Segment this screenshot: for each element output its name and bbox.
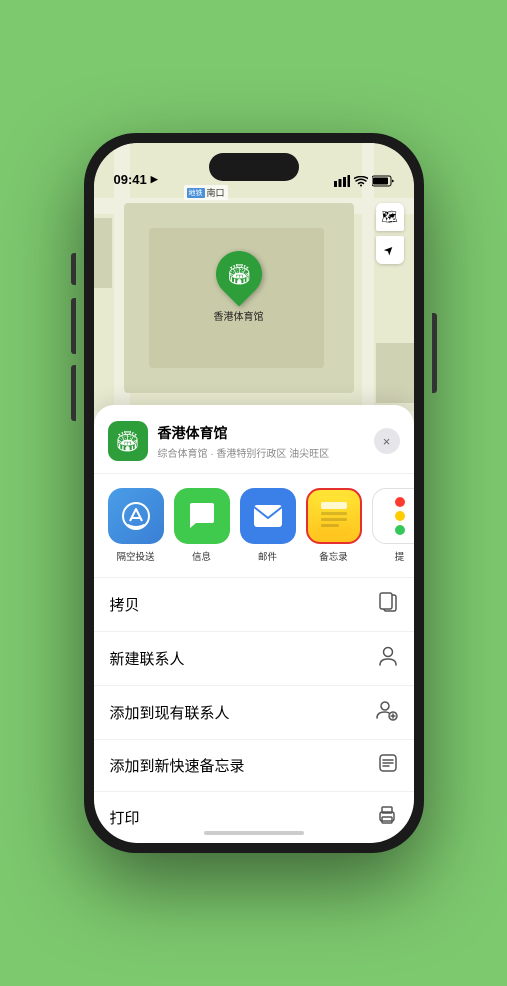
phone-screen: 09:41 ▶ (94, 143, 414, 843)
close-icon: × (383, 434, 391, 449)
action-row-print[interactable]: 打印 (94, 792, 414, 843)
map-venue-label: 香港体育馆 (214, 308, 264, 323)
add-contact-label: 添加到现有联系人 (110, 702, 230, 723)
map-small-block-2 (376, 343, 414, 403)
quick-note-label: 添加到新快速备忘录 (110, 755, 245, 776)
close-button[interactable]: × (374, 428, 400, 454)
venue-subtitle: 综合体育馆 · 香港特别行政区 油尖旺区 (158, 445, 374, 460)
person-icon (378, 645, 398, 672)
location-icon: ▶ (151, 174, 158, 185)
message-icon-wrap (174, 488, 230, 544)
notes-icon (316, 496, 352, 536)
map-icon: 🗺 (381, 209, 398, 225)
person-add-icon (376, 699, 398, 726)
more-label: 提 (395, 549, 405, 563)
mail-label: 邮件 (258, 549, 277, 563)
message-label: 信息 (192, 549, 211, 563)
print-icon (376, 805, 398, 830)
notes-line-2 (321, 518, 347, 521)
side-btn-vol-down (71, 365, 76, 421)
map-controls: 🗺 ➤ (376, 203, 404, 264)
action-row-copy[interactable]: 拷贝 (94, 578, 414, 632)
status-icons (334, 175, 394, 187)
airdrop-label: 隔空投送 (116, 549, 154, 563)
share-row: 隔空投送 信息 (94, 474, 414, 577)
venue-info: 香港体育馆 综合体育馆 · 香港特别行政区 油尖旺区 (158, 423, 374, 460)
location-arrow-icon: ➤ (381, 241, 398, 258)
message-icon (186, 501, 218, 531)
notes-icon-wrap (306, 488, 362, 544)
map-small-block (94, 218, 112, 288)
notes-header-bar (321, 502, 347, 509)
airdrop-icon (121, 501, 151, 531)
share-item-message[interactable]: 信息 (174, 488, 230, 563)
status-time: 09:41 ▶ (114, 172, 158, 187)
copy-icon (378, 591, 398, 618)
action-row-add-contact[interactable]: 添加到现有联系人 (94, 686, 414, 740)
airdrop-icon-wrap (108, 488, 164, 544)
venue-title: 香港体育馆 (158, 423, 374, 443)
share-item-notes[interactable]: 备忘录 (306, 488, 362, 563)
side-btn-silent (71, 253, 76, 285)
home-indicator (204, 831, 304, 835)
phone-frame: 09:41 ▶ (84, 133, 424, 853)
action-row-quick-note[interactable]: 添加到新快速备忘录 (94, 740, 414, 792)
side-btn-power (432, 313, 437, 393)
action-row-new-contact[interactable]: 新建联系人 (94, 632, 414, 686)
dot-red (395, 497, 405, 507)
dynamic-island (209, 153, 299, 181)
share-item-more[interactable]: 提 (372, 488, 414, 563)
dot-green (395, 525, 405, 535)
side-btn-vol-up (71, 298, 76, 354)
more-icon-wrap (372, 488, 414, 544)
pin-marker: 🏟 (206, 241, 271, 306)
battery-icon (372, 175, 394, 187)
time-display: 09:41 (114, 172, 147, 187)
share-item-mail[interactable]: 邮件 (240, 488, 296, 563)
bottom-sheet: 🏟 香港体育馆 综合体育馆 · 香港特别行政区 油尖旺区 × (94, 405, 414, 843)
mail-icon (252, 503, 284, 529)
action-list: 拷贝 新建联系人 (94, 577, 414, 843)
wifi-icon (354, 176, 368, 187)
note-icon (378, 753, 398, 778)
dot-yellow (395, 511, 405, 521)
map-layers-button[interactable]: 🗺 (376, 203, 404, 231)
copy-label: 拷贝 (110, 594, 140, 615)
venue-header: 🏟 香港体育馆 综合体育馆 · 香港特别行政区 油尖旺区 × (94, 421, 414, 474)
notes-label: 备忘录 (319, 549, 348, 563)
stadium-icon: 🏟 (226, 262, 251, 287)
notes-line-1 (321, 512, 347, 515)
venue-icon: 🏟 (108, 421, 148, 461)
colored-dots (395, 497, 405, 535)
share-item-airdrop[interactable]: 隔空投送 (108, 488, 164, 563)
notes-line-3 (321, 524, 339, 527)
new-contact-label: 新建联系人 (110, 648, 185, 669)
mail-icon-wrap (240, 488, 296, 544)
signal-icon (334, 175, 350, 187)
print-label: 打印 (110, 807, 140, 828)
map-location-button[interactable]: ➤ (376, 236, 404, 264)
venue-pin[interactable]: 🏟 香港体育馆 (214, 251, 264, 323)
